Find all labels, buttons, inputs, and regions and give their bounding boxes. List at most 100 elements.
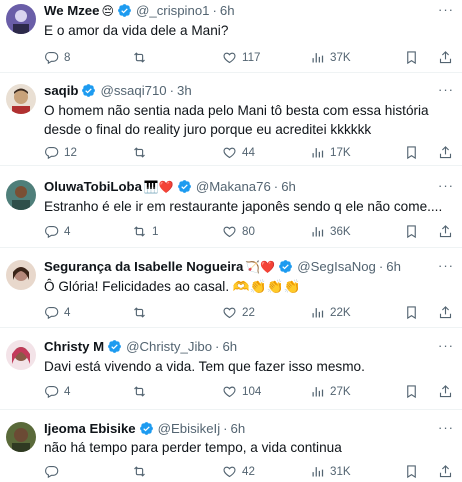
more-options-icon[interactable]: ··· [438,82,454,98]
display-name[interactable]: saqib [44,83,78,98]
views-button[interactable]: 17K [310,143,351,161]
action-bar: 4 104 27K [44,382,454,400]
like-button[interactable]: 42 [222,462,255,480]
views-button[interactable]: 31K [310,462,351,480]
reply-tweet[interactable]: We Mzee 😔 @_crispino1 · 6h ··· E o amor da v… [0,0,462,73]
avatar[interactable] [6,260,36,290]
bookmark-button[interactable] [404,462,419,480]
bookmark-icon [407,224,416,238]
user-handle[interactable]: @SegIsaNog [297,259,376,274]
share-button[interactable] [438,303,453,321]
reply-button[interactable] [44,462,64,480]
share-button[interactable] [438,222,453,240]
display-name[interactable]: Christy M [44,339,104,354]
avatar[interactable] [6,340,36,370]
user-handle[interactable]: @Christy_Jibo [126,339,212,354]
bookmark-icon [407,384,416,398]
views-chart-icon [312,307,324,317]
user-handle[interactable]: @_crispino1 [136,3,210,18]
heart-icon [223,226,236,237]
reply-icon [45,465,59,478]
avatar[interactable] [6,180,36,210]
share-button[interactable] [438,48,453,66]
tweet-text: Ô Glória! Felicidades ao casal. 🫶👏👏👏 [44,279,301,294]
timestamp[interactable]: 6h [281,179,296,194]
separator-dot: · [212,3,217,18]
reply-button[interactable]: 4 [44,222,70,240]
reply-tweet[interactable]: OluwaTobiLoba 🎹❤️ @Makana76 · 6h ··· Estranh… [0,166,462,248]
verified-badge-icon [82,84,96,97]
more-options-icon[interactable]: ··· [438,338,454,354]
display-name[interactable]: We Mzee [44,3,99,18]
retweet-button[interactable] [132,48,152,66]
share-icon [439,224,452,237]
share-icon [439,464,452,477]
reply-tweet[interactable]: saqib @ssaqi710 · 3h ··· O homem não sentia… [0,73,462,166]
display-name[interactable]: OluwaTobiLoba [44,179,142,194]
share-button[interactable] [438,382,453,400]
name-emoji: 🏹❤️ [245,260,276,274]
timestamp[interactable]: 6h [222,339,237,354]
views-button[interactable]: 22K [310,303,351,321]
more-options-icon[interactable]: ··· [438,420,454,436]
reply-button[interactable]: 4 [44,303,70,321]
tweet-text: Davi está vivendo a vida. Tem que fazer … [44,359,365,374]
retweet-button[interactable] [132,462,152,480]
views-chart-icon [312,52,324,62]
views-button[interactable]: 27K [310,382,351,400]
like-button[interactable]: 117 [222,48,260,66]
share-button[interactable] [438,143,453,161]
retweet-icon [134,225,145,237]
views-button[interactable]: 37K [310,48,351,66]
more-options-icon[interactable]: ··· [438,178,454,194]
like-button[interactable]: 44 [222,143,255,161]
reply-count: 12 [64,145,77,159]
display-name[interactable]: Segurança da Isabelle Nogueira [44,259,243,274]
timestamp[interactable]: 6h [220,3,235,18]
views-button[interactable]: 36K [310,222,351,240]
action-bar: 8 117 37K [44,48,454,66]
like-button[interactable]: 80 [222,222,255,240]
like-button[interactable]: 22 [222,303,255,321]
bookmark-button[interactable] [404,222,419,240]
action-bar: 12 44 17K [44,143,454,161]
retweet-button[interactable] [132,303,152,321]
timestamp[interactable]: 6h [386,259,401,274]
avatar[interactable] [6,84,36,114]
reply-tweet[interactable]: Ijeoma Ebisike @EbisikeIj · 6h ··· não há t… [0,410,462,482]
reply-icon [45,225,59,238]
avatar[interactable] [6,422,36,452]
more-options-icon[interactable]: ··· [438,2,454,18]
more-options-icon[interactable]: ··· [438,258,454,274]
user-handle[interactable]: @ssaqi710 [100,83,166,98]
tweet-header: We Mzee 😔 @_crispino1 · 6h [44,2,442,20]
tweet-header: Christy M @Christy_Jibo · 6h [44,338,442,356]
bookmark-button[interactable] [404,303,419,321]
retweet-button[interactable] [132,143,152,161]
like-button[interactable]: 104 [222,382,261,400]
bookmark-button[interactable] [404,382,419,400]
share-icon [439,145,452,158]
reply-count: 4 [64,305,71,319]
view-count: 36K [330,224,351,238]
like-count: 42 [242,464,255,478]
reply-button[interactable]: 12 [44,143,77,161]
bookmark-button[interactable] [404,143,419,161]
user-handle[interactable]: @Makana76 [196,179,271,194]
views-chart-icon [312,226,324,236]
timestamp[interactable]: 3h [177,83,192,98]
tweet-text: E o amor da vida dele a Mani? [44,23,229,38]
reply-button[interactable]: 4 [44,382,70,400]
reply-tweet[interactable]: Christy M @Christy_Jibo · 6h ··· Davi está … [0,328,462,410]
avatar[interactable] [6,4,36,34]
bookmark-button[interactable] [404,48,419,66]
retweet-button[interactable] [132,382,152,400]
retweet-button[interactable]: 1 [132,222,158,240]
share-button[interactable] [438,462,453,480]
reply-button[interactable]: 8 [44,48,70,66]
separator-dot: · [273,179,279,194]
reply-tweet[interactable]: Segurança da Isabelle Nogueira 🏹❤️ @SegIsa… [0,248,462,328]
display-name[interactable]: Ijeoma Ebisike [44,421,136,436]
user-handle[interactable]: @EbisikeIj [158,421,221,436]
timestamp[interactable]: 6h [231,421,246,436]
